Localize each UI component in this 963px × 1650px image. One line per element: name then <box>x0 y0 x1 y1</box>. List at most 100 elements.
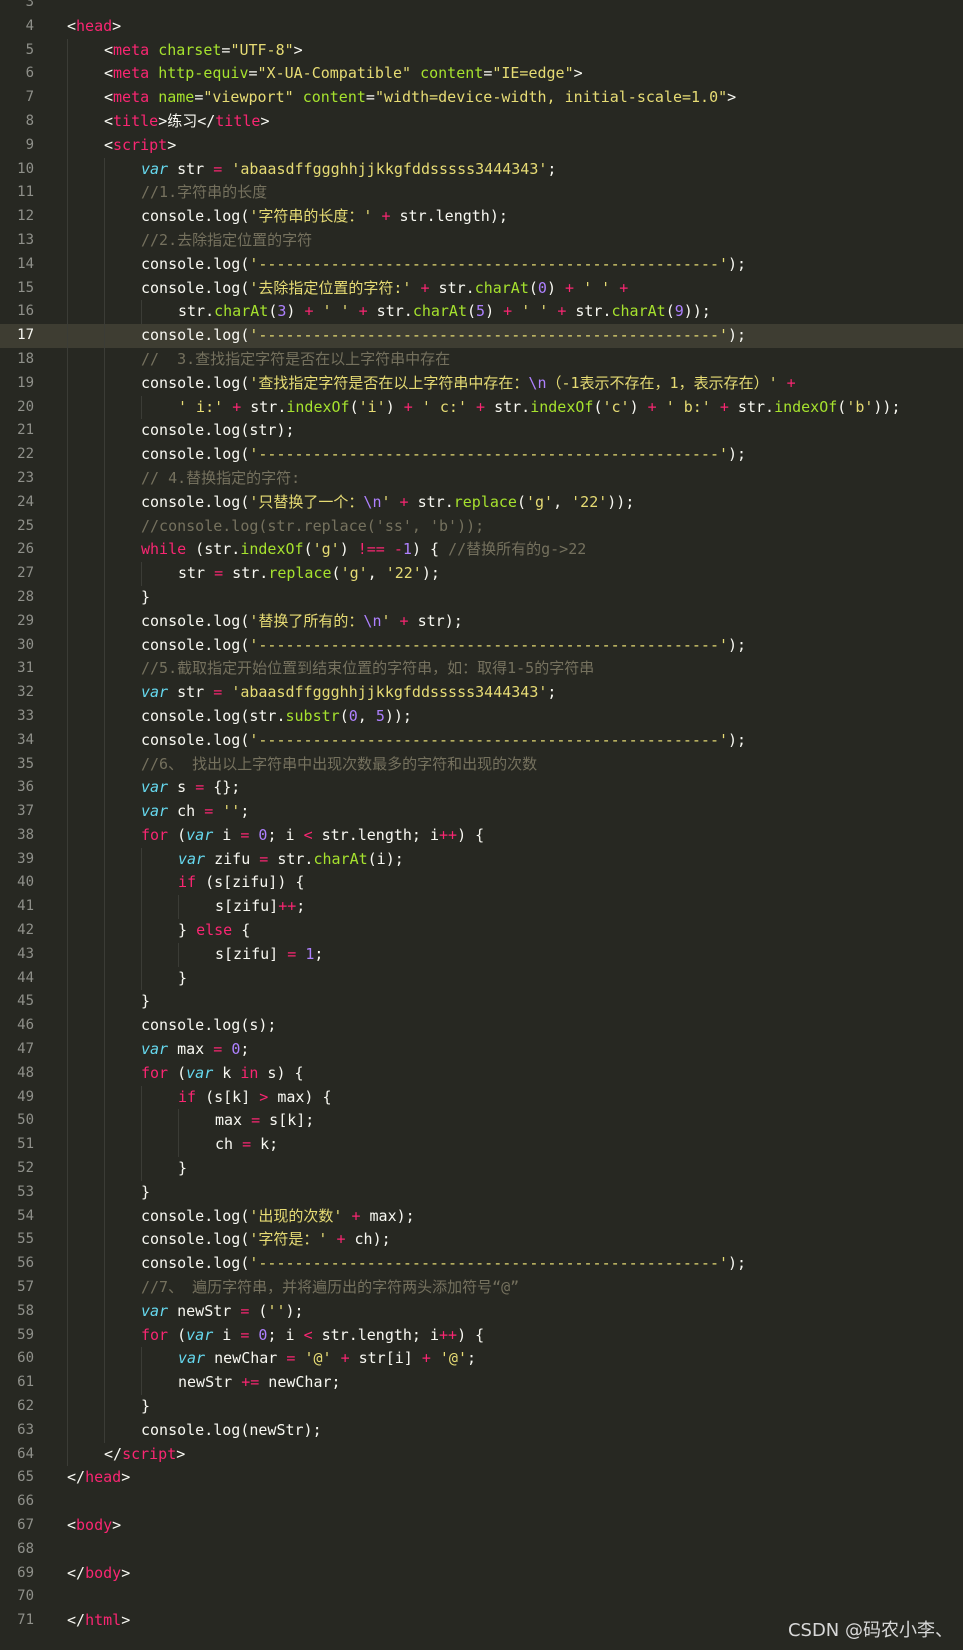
code-text: str. <box>268 849 314 868</box>
indent-guide <box>67 728 68 753</box>
code-line[interactable]: 7 <meta name="viewport" content="width=de… <box>0 86 963 110</box>
code-text: str. <box>367 302 413 321</box>
code-line[interactable]: 47 var max = 0; <box>0 1038 963 1062</box>
code-line[interactable]: 55 console.log('字符是：' + ch); <box>0 1228 963 1253</box>
code-line[interactable]: 23 // 4.替换指定的字符: <box>0 466 963 491</box>
code-line[interactable]: 63 console.log(newStr); <box>0 1418 963 1443</box>
code-line[interactable]: 30 console.log('-------------------------… <box>0 633 963 658</box>
indent-guide <box>104 1157 105 1181</box>
code-line[interactable]: 45} <box>0 990 963 1015</box>
code-text: ( <box>168 1325 187 1344</box>
code-line[interactable]: 44} <box>0 966 963 991</box>
code-line[interactable]: 6 <meta http-equiv="X-UA-Compatible" cont… <box>0 62 963 87</box>
code-line[interactable]: 60 var newChar = '@' + str[i] + '@'; <box>0 1347 963 1372</box>
code-line[interactable]: 18 // 3.查找指定字符是否在以上字符串中存在 <box>0 347 963 372</box>
indent-guide <box>104 419 105 444</box>
code-line[interactable]: 3 <box>0 0 963 15</box>
code-line[interactable]: 54 console.log('出现的次数' + max); <box>0 1204 963 1229</box>
code-line[interactable]: 46 console.log(s); <box>0 1014 963 1039</box>
indent-guide <box>67 942 68 967</box>
code-line[interactable]: 66 <box>0 1490 963 1514</box>
code-text: console.log(s); <box>141 1016 277 1035</box>
code-line[interactable]: 32 var str = 'abaasdffggghhjjkkgfddsssss3… <box>0 681 963 705</box>
code-line[interactable]: 62} <box>0 1395 963 1419</box>
code-line[interactable]: 40 if (s[zifu]) { <box>0 871 963 896</box>
operator: + <box>786 373 796 392</box>
string-literal: '替换了所有的： <box>249 611 364 630</box>
code-line[interactable]: 65 </head> <box>0 1466 963 1490</box>
code-line[interactable]: 4 <head> <box>0 15 963 39</box>
code-line[interactable]: 43 s[zifu] = 1; <box>0 942 963 967</box>
code-line[interactable]: 61 newStr += newChar; <box>0 1371 963 1396</box>
line-code: } <box>178 1157 187 1181</box>
code-line[interactable]: 58 var newStr = (''); <box>0 1299 963 1324</box>
line-number: 59 <box>17 1326 34 1343</box>
code-line[interactable]: 53} <box>0 1180 963 1205</box>
code-line[interactable]: 10 var str = 'abaasdffggghhjjkkgfddsssss3… <box>0 157 963 182</box>
code-line[interactable]: 50 max = s[k]; <box>0 1109 963 1134</box>
code-line[interactable]: 16 str.charAt(3) + ' ' + str.charAt(5) + … <box>0 300 963 325</box>
code-line[interactable]: 34 console.log('-------------------------… <box>0 728 963 753</box>
code-line[interactable]: 36 var s = {}; <box>0 776 963 801</box>
code-line[interactable]: 5 <meta charset="UTF-8"> <box>0 38 963 63</box>
control-keyword: else <box>196 921 233 940</box>
code-text: {}; <box>204 778 241 797</box>
code-line[interactable]: 8 <title>练习</title> <box>0 109 963 134</box>
code-line[interactable]: 31 //5.截取指定开始位置到结束位置的字符串，如：取得1-5的字符串 <box>0 657 963 682</box>
code-editor[interactable]: 3 4 <head> 5 <meta charset="UTF-8"> 6 <meta ht… <box>0 0 963 1650</box>
code-line[interactable]: 22 console.log('-------------------------… <box>0 443 963 467</box>
code-line[interactable]: 70 <box>0 1585 963 1609</box>
indent-guide <box>141 871 142 896</box>
code-line[interactable]: 20 ' i:' + str.indexOf('i') + ' c:' + str… <box>0 395 963 420</box>
line-number: 47 <box>17 1041 34 1058</box>
code-line[interactable]: 24 console.log('只替换了一个：\n' + str.replace(… <box>0 490 963 515</box>
code-line[interactable]: 57 //7、 遍历字符串，并将遍历出的字符两头添加符号“@” <box>0 1276 963 1300</box>
code-line[interactable]: 28} <box>0 585 963 610</box>
code-line[interactable]: 39 var zifu = str.charAt(i); <box>0 847 963 872</box>
indent-guide <box>67 1133 68 1158</box>
code-line[interactable]: 56 console.log('-------------------------… <box>0 1252 963 1277</box>
code-text: console.log( <box>141 254 250 273</box>
code-line[interactable]: 41 s[zifu]++; <box>0 895 963 920</box>
code-line[interactable]: 35 //6、 找出以上字符串中出现次数最多的字符和出现的次数 <box>0 752 963 777</box>
string-literal: '出现的次数' <box>249 1206 343 1225</box>
code-line[interactable]: 69 </body> <box>0 1562 963 1586</box>
operator: + <box>565 278 575 297</box>
code-line[interactable]: 33 console.log(str.substr(0, 5)); <box>0 704 963 729</box>
code-line[interactable]: 19 console.log('查找指定字符是否在以上字符串中存在：\n（-1表示… <box>0 371 963 396</box>
code-line[interactable]: 21 console.log(str); <box>0 419 963 444</box>
code-line[interactable]: 42} else { <box>0 919 963 943</box>
code-line[interactable]: 52} <box>0 1157 963 1181</box>
indent-guide <box>67 1180 68 1205</box>
code-line[interactable]: 68 <box>0 1538 963 1562</box>
code-line[interactable]: 25 //console.log(str.replace('ss', 'b')); <box>0 514 963 539</box>
code-line[interactable]: 11 //1.字符串的长度 <box>0 181 963 206</box>
code-lines[interactable]: 3 4 <head> 5 <meta charset="UTF-8"> 6 <meta ht… <box>0 0 963 1633</box>
code-line[interactable]: 26 while (str.indexOf('g') !== -1) { //替换… <box>0 538 963 563</box>
code-line[interactable]: 48 for (var k in s) { <box>0 1061 963 1086</box>
code-text: str); <box>408 611 463 630</box>
string-literal: ' b:' <box>665 397 711 416</box>
code-line[interactable]: 37 var ch = ''; <box>0 800 963 824</box>
code-line[interactable]: 64 </script> <box>0 1442 963 1467</box>
code-line[interactable]: 15 console.log('去除指定位置的字符:' + str.charAt(… <box>0 276 963 301</box>
code-line[interactable]: 49 if (s[k] > max) { <box>0 1085 963 1110</box>
line-code: //1.字符串的长度 <box>141 181 267 205</box>
line-code: //7、 遍历字符串，并将遍历出的字符两头添加符号“@” <box>141 1276 519 1300</box>
line-code: </body> <box>67 1562 130 1586</box>
code-line[interactable]: 14 console.log('-------------------------… <box>0 252 963 277</box>
code-line[interactable]: 13 //2.去除指定位置的字符 <box>0 228 963 253</box>
code-line[interactable]: 17 console.log('-------------------------… <box>0 324 963 348</box>
code-line[interactable]: 59 for (var i = 0; i < str.length; i++) { <box>0 1323 963 1348</box>
code-line[interactable]: 67 <body> <box>0 1514 963 1538</box>
code-line[interactable]: 12 console.log('字符串的长度：' + str.length); <box>0 205 963 229</box>
code-line[interactable]: 29 console.log('替换了所有的：\n' + str); <box>0 609 963 634</box>
code-line[interactable]: 27 str = str.replace('g', '22'); <box>0 562 963 586</box>
line-code: while (str.indexOf('g') !== -1) { //替换所有… <box>141 538 586 562</box>
code-line[interactable]: 51 ch = k; <box>0 1133 963 1158</box>
code-line[interactable]: 38 for (var i = 0; i < str.length; i++) { <box>0 823 963 848</box>
line-code: s[zifu] = 1; <box>215 943 323 967</box>
code-line[interactable]: 9 <script> <box>0 133 963 158</box>
